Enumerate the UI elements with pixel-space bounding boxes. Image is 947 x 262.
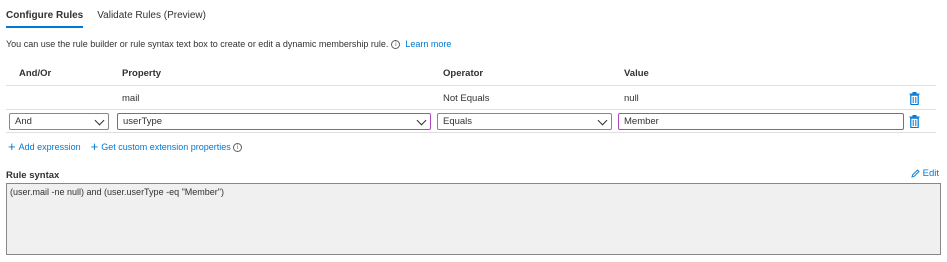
pencil-icon — [911, 169, 920, 178]
value-input[interactable]: Member — [618, 113, 904, 130]
operator-dropdown[interactable]: Equals — [437, 113, 612, 130]
property-dropdown[interactable]: userType — [117, 113, 431, 130]
custom-extension-label: Get custom extension properties — [101, 142, 231, 152]
header-and-or: And/Or — [19, 68, 52, 79]
plus-icon: + — [90, 139, 99, 154]
info-icon[interactable]: i — [232, 142, 242, 152]
property-value: userType — [123, 116, 163, 127]
tab-validate-rules[interactable]: Validate Rules (Preview) — [97, 4, 206, 28]
plus-icon: + — [8, 139, 16, 154]
learn-more-link[interactable]: Learn more — [405, 37, 451, 51]
row1-property: mail — [122, 93, 140, 104]
chevron-down-icon — [416, 115, 427, 126]
grid-header: And/Or Property Operator Value — [6, 64, 936, 86]
edit-button[interactable]: Edit — [911, 168, 939, 179]
table-row: mail Not Equals null — [6, 88, 936, 110]
description: You can use the rule builder or rule syn… — [6, 37, 451, 51]
header-property: Property — [122, 68, 162, 79]
action-bar: + Add expression + Get custom extension … — [8, 140, 242, 154]
header-value: Value — [624, 68, 649, 79]
operator-value: Equals — [443, 116, 473, 127]
get-custom-extension-properties-button[interactable]: + Get custom extension properties — [90, 139, 231, 154]
chevron-down-icon — [597, 115, 608, 126]
table-row: And userType Equals Member — [6, 110, 936, 133]
row1-value: null — [624, 93, 639, 104]
chevron-down-icon — [94, 115, 105, 126]
rule-syntax-label: Rule syntax — [6, 170, 60, 181]
trash-icon[interactable] — [909, 115, 920, 128]
description-text: You can use the rule builder or rule syn… — [6, 39, 389, 49]
add-expression-button[interactable]: + Add expression — [8, 139, 81, 154]
tab-bar: Configure Rules Validate Rules (Preview) — [6, 4, 220, 28]
info-icon[interactable]: i — [391, 39, 401, 49]
rule-syntax-value: (user.mail -ne null) and (user.userType … — [10, 187, 224, 197]
tab-configure-rules[interactable]: Configure Rules — [6, 4, 84, 28]
rule-syntax-textbox[interactable]: (user.mail -ne null) and (user.userType … — [6, 183, 941, 255]
trash-icon[interactable] — [909, 92, 920, 105]
and-or-dropdown[interactable]: And — [9, 113, 109, 130]
header-operator: Operator — [443, 68, 484, 79]
and-or-value: And — [15, 116, 32, 127]
add-expression-label: Add expression — [18, 142, 81, 152]
edit-label: Edit — [922, 168, 939, 179]
value-text: Member — [624, 116, 659, 127]
row1-operator: Not Equals — [443, 93, 490, 104]
